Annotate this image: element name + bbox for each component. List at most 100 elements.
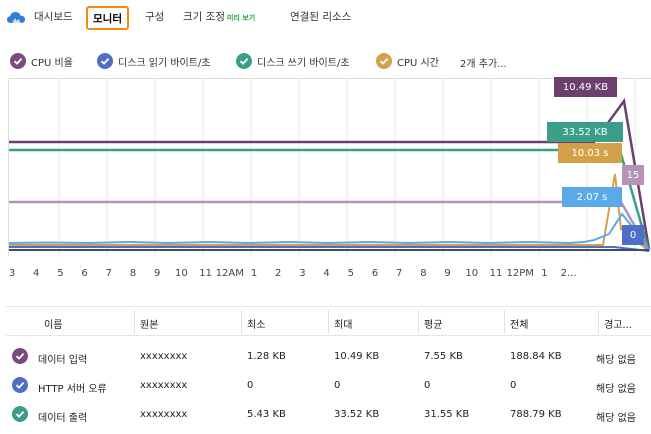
- chart-grid: [58, 79, 636, 257]
- cell-name: HTTP 서버 오류: [38, 384, 107, 395]
- preview-badge: 미리 보기: [226, 14, 256, 22]
- legend-label: 디스크 읽기 바이트/초: [118, 57, 211, 69]
- column-divider[interactable]: [598, 310, 599, 334]
- x-tick-label: 4: [33, 268, 40, 279]
- cell-name: 데이터 입력: [38, 355, 88, 366]
- cell-avg: 7.55 KB: [424, 351, 463, 362]
- x-tick-label: 2: [275, 268, 282, 279]
- cell-min: 5.43 KB: [247, 409, 286, 420]
- cell-max: 10.49 KB: [334, 351, 380, 362]
- cell-avg: 31.55 KB: [424, 409, 470, 420]
- check-icon: [10, 53, 26, 69]
- check-icon[interactable]: [12, 377, 28, 393]
- check-icon[interactable]: [12, 348, 28, 364]
- cell-min: 0: [247, 380, 254, 391]
- x-tick-label: 7: [105, 268, 112, 279]
- column-divider[interactable]: [418, 310, 419, 334]
- x-tick-label: 4: [323, 268, 330, 279]
- value-tag-cpu-time: 10.03 s: [558, 143, 622, 163]
- metrics-chart: 10.49 KB 33.52 KB 10.03 s 15 2.07 s 0: [8, 77, 651, 257]
- more-metrics-link[interactable]: 2개 추가...: [460, 55, 507, 70]
- cell-source: xxxxxxxx: [140, 409, 188, 420]
- cell-name: 데이터 출력: [38, 413, 88, 424]
- value-tag-disk-read: 0: [622, 225, 644, 245]
- x-tick-label: 3: [8, 268, 16, 279]
- legend-label: CPU 시간: [397, 57, 439, 69]
- tab-dashboard[interactable]: 대시보드: [34, 9, 73, 24]
- cell-total: 0: [510, 380, 517, 391]
- cell-total: 188.84 KB: [510, 351, 562, 362]
- legend-item-cpu-time[interactable]: CPU 시간: [376, 52, 439, 70]
- x-tick-label: 11: [489, 268, 503, 279]
- x-tick-label: 8: [129, 268, 137, 279]
- table-header: 이름 원본 최소 최대 평균 전체 경고...: [6, 306, 651, 336]
- cell-max: 0: [334, 380, 341, 391]
- chart-plot: [9, 79, 651, 257]
- tab-bar: 대시보드 모니터 구성 크기 조정 미리 보기 연결된 리소스: [0, 0, 651, 36]
- table-row[interactable]: 데이터 입력 xxxxxxxx 1.28 KB 10.49 KB 7.55 KB…: [6, 346, 651, 370]
- cell-total: 788.79 KB: [510, 409, 562, 420]
- th-min[interactable]: 최소: [247, 316, 265, 331]
- chart-x-axis: 3 4 5 6 7 8 9 10 11 12AM 1 2 3 4 5 6 7 8 9 10 11 12PM 1 2...: [0, 268, 651, 284]
- legend-item-disk-read[interactable]: 디스크 읽기 바이트/초: [97, 52, 211, 70]
- column-divider[interactable]: [328, 310, 329, 334]
- th-max[interactable]: 최대: [334, 316, 352, 331]
- legend-label: CPU 비율: [31, 57, 73, 69]
- x-tick-label: 9: [444, 268, 451, 279]
- column-divider[interactable]: [134, 310, 135, 334]
- check-icon[interactable]: [12, 406, 28, 422]
- x-tick-label: 2...: [560, 268, 577, 279]
- x-tick-label: 3: [299, 268, 306, 279]
- x-tick-label: 12PM: [506, 268, 534, 279]
- tab-scale-label: 크기 조정: [183, 11, 225, 23]
- cell-source: xxxxxxxx: [140, 380, 188, 391]
- x-tick-label: 9: [154, 268, 161, 279]
- th-alert[interactable]: 경고...: [604, 316, 632, 331]
- tab-config[interactable]: 구성: [145, 9, 164, 24]
- column-divider[interactable]: [504, 310, 505, 334]
- cell-source: xxxxxxxx: [140, 351, 188, 362]
- column-divider[interactable]: [241, 310, 242, 334]
- series-line-cpu-time: [9, 173, 650, 252]
- th-avg[interactable]: 평균: [424, 316, 442, 331]
- x-tick-label: 10: [175, 268, 188, 279]
- x-tick-label: 6: [371, 268, 379, 279]
- x-tick-label: 1: [250, 268, 258, 279]
- tab-linked-resources[interactable]: 연결된 리소스: [290, 9, 351, 24]
- table-row[interactable]: 데이터 출력 xxxxxxxx 5.43 KB 33.52 KB 31.55 K…: [6, 404, 651, 428]
- cell-max: 33.52 KB: [334, 409, 380, 420]
- cloud-icon: [7, 12, 25, 23]
- tab-monitor[interactable]: 모니터: [86, 6, 129, 30]
- value-tag-light-blue: 2.07 s: [562, 187, 622, 207]
- legend-item-cpu-percent[interactable]: CPU 비율: [10, 52, 73, 70]
- check-icon: [97, 53, 113, 69]
- cell-avg: 0: [424, 380, 431, 391]
- th-source[interactable]: 원본: [140, 316, 158, 331]
- x-tick-label: 6: [81, 268, 88, 279]
- series-line-disk-write: [9, 145, 651, 252]
- cell-alert: 해당 없음: [596, 413, 636, 424]
- x-tick-label: 5: [57, 268, 64, 279]
- legend-label: 디스크 쓰기 바이트/초: [257, 57, 350, 69]
- x-tick-label: 10: [465, 268, 479, 279]
- cell-alert: 해당 없음: [596, 384, 636, 395]
- cell-min: 1.28 KB: [247, 351, 286, 362]
- table-row[interactable]: HTTP 서버 오류 xxxxxxxx 0 0 0 0 해당 없음: [6, 375, 651, 399]
- th-total[interactable]: 전체: [510, 316, 528, 331]
- x-tick-label: 1: [541, 268, 548, 279]
- chart-legend: CPU 비율 디스크 읽기 바이트/초 디스크 쓰기 바이트/초 CPU 시간 …: [0, 52, 651, 72]
- value-tag-disk-write: 33.52 KB: [547, 122, 623, 142]
- value-tag-extra: 15: [622, 165, 644, 185]
- value-tag-cpu-percent: 10.49 KB: [554, 77, 617, 97]
- cell-alert: 해당 없음: [596, 355, 636, 366]
- tab-scale[interactable]: 크기 조정 미리 보기: [183, 9, 255, 24]
- x-tick-label: 7: [396, 268, 403, 279]
- check-icon: [236, 53, 252, 69]
- x-tick-label: 8: [420, 268, 427, 279]
- x-tick-label: 11: [199, 268, 212, 279]
- check-icon: [376, 53, 392, 69]
- th-name[interactable]: 이름: [44, 316, 62, 331]
- legend-item-disk-write[interactable]: 디스크 쓰기 바이트/초: [236, 52, 350, 70]
- x-tick-label: 5: [347, 268, 354, 279]
- x-tick-label: 12AM: [215, 268, 244, 279]
